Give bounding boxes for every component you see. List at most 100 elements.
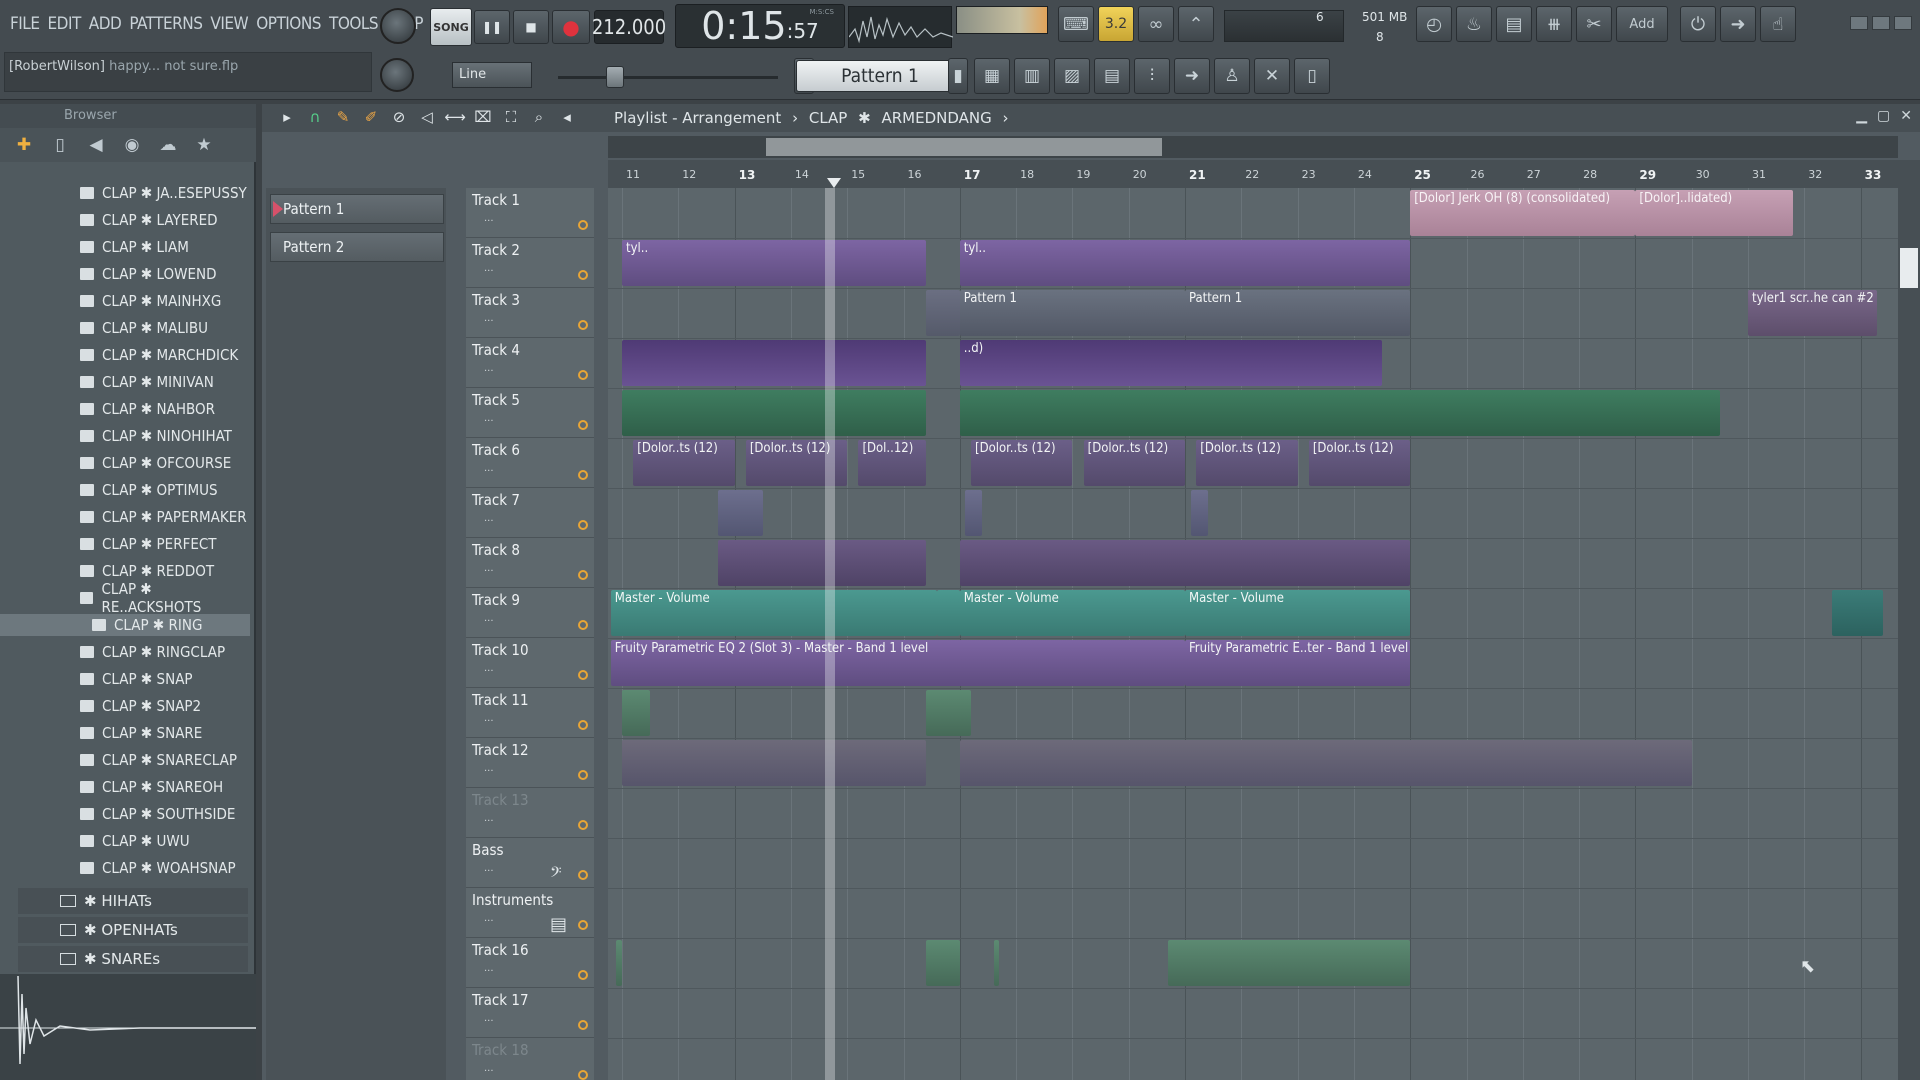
track-mute-led[interactable] <box>578 1070 588 1080</box>
playlist-clip[interactable] <box>959 540 1411 586</box>
track-header[interactable]: Track 13... <box>466 788 594 838</box>
menu-view[interactable]: VIEW <box>206 14 252 34</box>
track-options-dots[interactable]: ... <box>484 713 494 724</box>
playlist-clip[interactable] <box>1168 940 1411 986</box>
snap-select[interactable]: Line <box>452 62 532 88</box>
track-mute-led[interactable] <box>578 420 588 430</box>
mute-tool-icon[interactable]: ◁ <box>416 108 438 128</box>
track-options-dots[interactable]: ... <box>484 1013 494 1024</box>
track-options-dots[interactable]: ... <box>484 463 494 474</box>
step-edit-icon[interactable]: 3.2 <box>1098 6 1134 42</box>
browser-item[interactable]: CLAP ✱ PERFECT <box>0 533 250 555</box>
browser-item[interactable]: CLAP ✱ JA..ESEPUSSY <box>0 182 250 204</box>
track-header[interactable]: Track 5... <box>466 388 594 438</box>
track-options-dots[interactable]: ... <box>484 363 494 374</box>
track-header[interactable]: Track 18... <box>466 1038 594 1080</box>
menu-add[interactable]: ADD <box>85 14 126 34</box>
track-mute-led[interactable] <box>578 870 588 880</box>
playlist-clip[interactable]: Fruity Parametric E..ter - Band 1 level <box>1185 640 1411 686</box>
minimize-button[interactable] <box>1850 16 1868 30</box>
pattern-selector[interactable]: Pattern 1 <box>796 60 964 92</box>
playlist-clip[interactable]: Pattern 1 <box>959 290 1185 336</box>
track-options-dots[interactable]: ... <box>484 213 494 224</box>
save-icon[interactable]: ▤ <box>1496 6 1532 42</box>
browser-item[interactable]: CLAP ✱ OPTIMUS <box>0 479 250 501</box>
track-mute-led[interactable] <box>578 370 588 380</box>
browser-item[interactable]: CLAP ✱ SNAP <box>0 668 250 690</box>
playlist-clip[interactable]: [Dolor..ts (12) <box>1083 440 1185 486</box>
track-options-dots[interactable]: ... <box>484 413 494 424</box>
channel-rack-button-icon[interactable]: ▥ <box>1014 58 1050 94</box>
select-tool-icon[interactable]: ⛶ <box>500 108 522 128</box>
browser-item[interactable]: CLAP ✱ LOWEND <box>0 263 250 285</box>
pattern-item[interactable]: Pattern 1 <box>270 194 444 224</box>
draw-pencil-icon[interactable]: ✎ <box>332 108 354 128</box>
browser-item[interactable]: CLAP ✱ MALIBU <box>0 317 250 339</box>
playlist-clip[interactable] <box>717 490 763 536</box>
track-options-dots[interactable]: ... <box>484 663 494 674</box>
playhead-marker-icon[interactable] <box>826 178 841 188</box>
track-options-dots[interactable]: ... <box>484 913 494 924</box>
track-mute-led[interactable] <box>578 1020 588 1030</box>
playlist-close-icon[interactable]: ✕ <box>1900 108 1912 124</box>
playlist-window-icon[interactable]: ◴ <box>1416 6 1452 42</box>
playlist-clip[interactable]: [Dolor]..lidated) <box>1635 190 1794 236</box>
playlist-clip[interactable]: ..d) <box>959 340 1383 386</box>
browser-item[interactable]: CLAP ✱ SNAREOH <box>0 776 250 798</box>
track-mute-led[interactable] <box>578 470 588 480</box>
arrangement-grid[interactable]: [Dolor] Jerk OH (8) (consolidated) [Dolor… <box>608 188 1898 1080</box>
browser-item[interactable]: CLAP ✱ REDDOT <box>0 560 250 582</box>
track-mute-led[interactable] <box>578 970 588 980</box>
track-header[interactable]: Track 2... <box>466 238 594 288</box>
browser-speaker-icon[interactable]: ◀ <box>78 135 114 155</box>
playlist-clip[interactable]: Master - Volume <box>610 590 938 636</box>
maximize-button[interactable] <box>1872 16 1890 30</box>
playlist-clip[interactable] <box>937 590 960 636</box>
help-icon[interactable]: ☝ <box>1760 6 1796 42</box>
metronome-icon[interactable]: ⌃ <box>1178 6 1214 42</box>
playlist-clip[interactable] <box>965 490 983 536</box>
track-header[interactable]: Track 8... <box>466 538 594 588</box>
track-mute-led[interactable] <box>578 270 588 280</box>
pitch-slider-thumb[interactable] <box>606 66 624 88</box>
close-all-icon[interactable]: ✕ <box>1254 58 1290 94</box>
paint-brush-icon[interactable]: ✐ <box>360 108 382 128</box>
close-button[interactable] <box>1894 16 1912 30</box>
track-mute-led[interactable] <box>578 820 588 830</box>
track-header[interactable]: Track 12... <box>466 738 594 788</box>
track-options-dots[interactable]: ... <box>484 963 494 974</box>
browser-toggle-icon[interactable]: ➜ <box>1174 58 1210 94</box>
power-icon[interactable]: ⏻ <box>1680 6 1716 42</box>
tempo-display[interactable]: 212.000 <box>592 10 666 44</box>
microphone-icon[interactable]: ♙ <box>1214 58 1250 94</box>
track-options-dots[interactable]: ... <box>484 1063 494 1074</box>
record-button[interactable]: ● <box>552 10 590 44</box>
vertical-scrollbar[interactable] <box>1898 160 1920 1080</box>
vertical-scroll-thumb[interactable] <box>1900 248 1918 288</box>
playlist-menu-arrow-icon[interactable]: ▸ <box>276 108 298 128</box>
playlist-clip[interactable] <box>622 690 651 736</box>
arrow-icon[interactable]: ➜ <box>1720 6 1756 42</box>
track-mute-led[interactable] <box>578 570 588 580</box>
playlist-clip[interactable]: tyler1 scr..he can #2 <box>1748 290 1878 336</box>
master-pitch-knob[interactable] <box>380 58 414 92</box>
track-header[interactable]: Instruments... ▤ <box>466 888 594 938</box>
menu-file[interactable]: FILE <box>6 14 44 34</box>
playlist-clip[interactable] <box>993 940 1000 986</box>
mixer-window-icon[interactable]: ⧻ <box>1536 6 1572 42</box>
browser-all-icon[interactable]: ✚ <box>6 135 42 155</box>
browser-item[interactable]: CLAP ✱ SNARE <box>0 722 250 744</box>
browser-item[interactable]: CLAP ✱ SNAP2 <box>0 695 250 717</box>
piano-roll-icon[interactable]: ▨ <box>1054 58 1090 94</box>
zoom-tool-icon[interactable]: ⌕ <box>528 108 550 128</box>
time-display[interactable]: M:S:CS 0:15:57 <box>675 4 845 48</box>
track-header[interactable]: Track 11... <box>466 688 594 738</box>
browser-item[interactable]: CLAP ✱ SOUTHSIDE <box>0 803 250 825</box>
track-mute-led[interactable] <box>578 920 588 930</box>
track-header[interactable]: Track 3... <box>466 288 594 338</box>
main-pitch-slider[interactable] <box>558 76 778 79</box>
browser-item[interactable]: CLAP ✱ MINIVAN <box>0 371 250 393</box>
track-options-dots[interactable]: ... <box>484 563 494 574</box>
track-options-dots[interactable]: ... <box>484 763 494 774</box>
menu-patterns[interactable]: PATTERNS <box>125 14 206 34</box>
